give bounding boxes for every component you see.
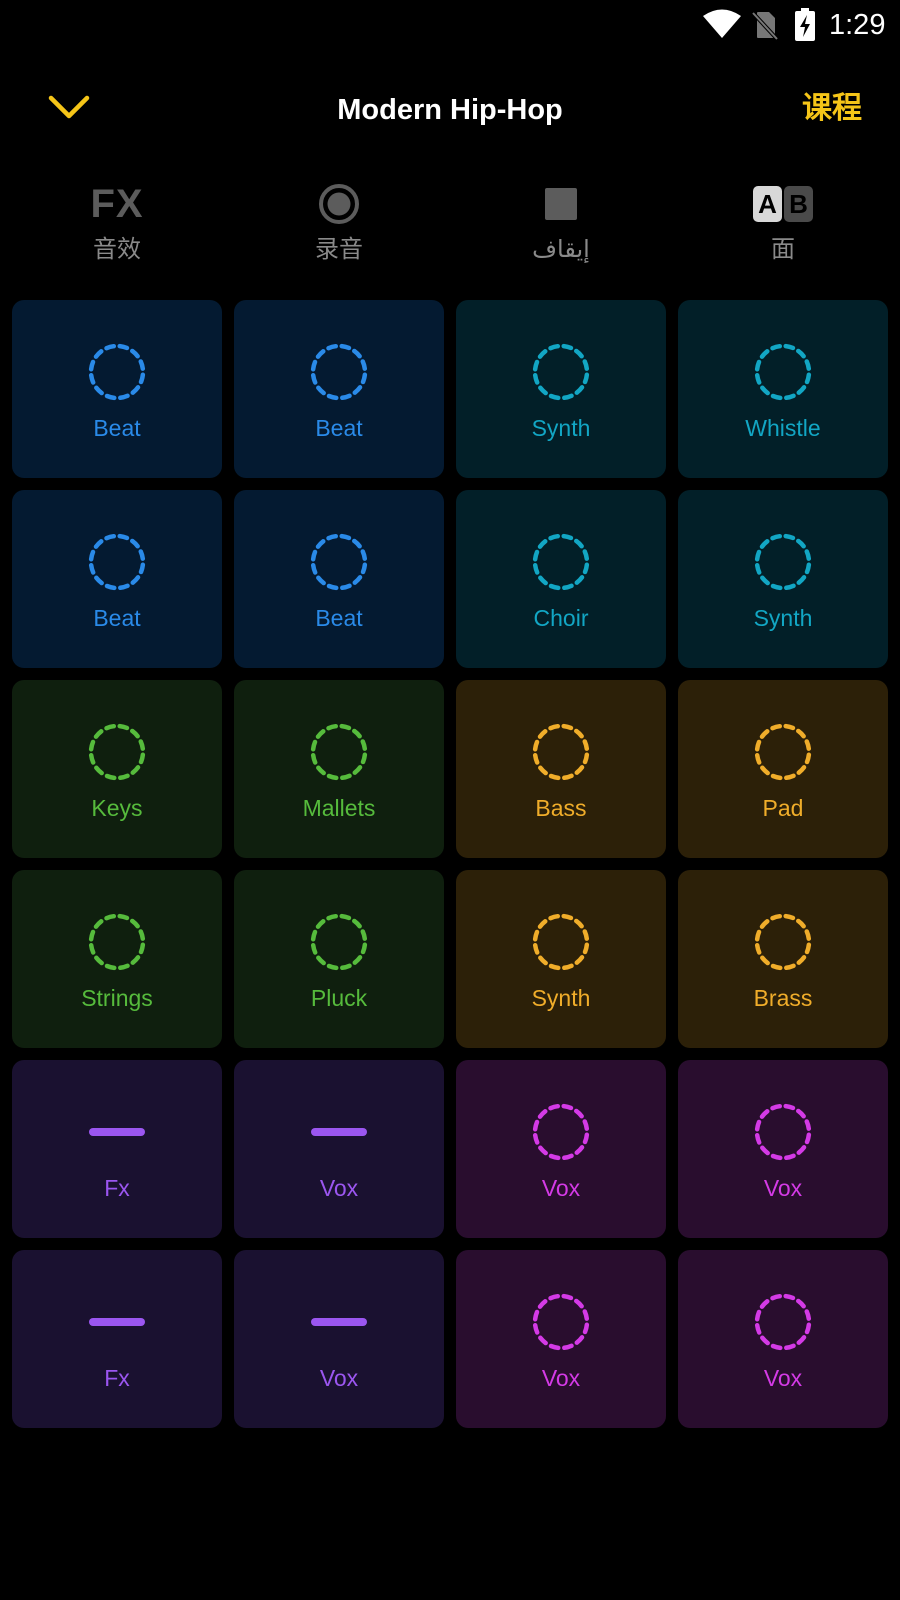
app-header: Modern Hip-Hop 课程 <box>0 70 900 150</box>
sound-pad[interactable]: Vox <box>456 1060 666 1238</box>
pad-label: Beat <box>315 605 363 631</box>
wifi-icon <box>703 9 741 38</box>
sound-pad[interactable]: Fx <box>12 1250 222 1428</box>
dashed-circle-icon <box>532 1293 590 1351</box>
no-sim-icon <box>752 11 778 40</box>
pad-label: Vox <box>541 1175 581 1201</box>
sound-pad[interactable]: Vox <box>456 1250 666 1428</box>
pad-label: Beat <box>93 605 141 631</box>
sound-pad[interactable]: Keys <box>12 680 222 858</box>
dashed-circle-icon <box>310 343 368 401</box>
pad-label: Vox <box>319 1365 359 1391</box>
collapse-button[interactable] <box>46 90 92 124</box>
ab-switch-icon: A B <box>753 186 813 222</box>
record-label: 录音 <box>315 236 363 263</box>
dash-line-icon <box>89 1128 145 1136</box>
pad-label: Choir <box>533 605 589 631</box>
sound-pad[interactable]: Synth <box>678 490 888 668</box>
dashed-circle-icon <box>754 533 812 591</box>
pad-label: Beat <box>315 415 363 441</box>
chevron-down-icon <box>48 95 90 119</box>
pad-label: Synth <box>531 415 591 441</box>
side-b-glyph: B <box>784 186 813 222</box>
dashed-circle-icon <box>532 343 590 401</box>
sound-pad[interactable]: Pluck <box>234 870 444 1048</box>
battery-charging-icon <box>795 8 815 41</box>
status-time: 1:29 <box>829 9 886 41</box>
pad-label: Brass <box>753 985 813 1011</box>
sound-pad[interactable]: Bass <box>456 680 666 858</box>
pad-label: Vox <box>541 1365 581 1391</box>
pad-label: Beat <box>93 415 141 441</box>
dashed-circle-icon <box>310 913 368 971</box>
dashed-circle-icon <box>532 533 590 591</box>
sound-pad[interactable]: Vox <box>234 1060 444 1238</box>
stop-icon <box>545 188 577 220</box>
sound-pad[interactable]: Synth <box>456 870 666 1048</box>
dashed-circle-icon <box>88 723 146 781</box>
dashed-circle-icon <box>532 723 590 781</box>
dashed-circle-icon <box>310 723 368 781</box>
dashed-circle-icon <box>88 343 146 401</box>
fx-button[interactable]: FX 音效 <box>6 178 228 278</box>
sound-pad[interactable]: Beat <box>12 300 222 478</box>
pad-label: Fx <box>104 1175 130 1201</box>
pad-label: Synth <box>531 985 591 1011</box>
dashed-circle-icon <box>754 723 812 781</box>
page-title: Modern Hip-Hop <box>337 94 563 126</box>
dashed-circle-icon <box>754 343 812 401</box>
ab-switch-button[interactable]: A B 面 <box>672 178 894 278</box>
dashed-circle-icon <box>532 1103 590 1161</box>
dashed-circle-icon <box>310 533 368 591</box>
record-button[interactable]: 录音 <box>228 178 450 278</box>
status-bar: 1:29 <box>0 0 900 50</box>
dash-line-icon <box>311 1128 367 1136</box>
pad-label: Pluck <box>310 985 368 1011</box>
fx-label: 音效 <box>93 236 141 263</box>
pad-label: Keys <box>91 795 143 821</box>
dash-line-icon <box>311 1318 367 1326</box>
dashed-circle-icon <box>754 1103 812 1161</box>
sound-pad[interactable]: Fx <box>12 1060 222 1238</box>
pad-grid: Beat Beat Synth Whistle Beat Beat Choir … <box>12 300 888 1428</box>
dashed-circle-icon <box>88 913 146 971</box>
stop-label: إيقاف <box>532 236 590 263</box>
pad-label: Strings <box>81 985 153 1011</box>
dashed-circle-icon <box>754 1293 812 1351</box>
fx-icon: FX <box>90 182 144 226</box>
sound-pad[interactable]: Beat <box>234 300 444 478</box>
pad-label: Vox <box>319 1175 359 1201</box>
stop-button[interactable]: إيقاف <box>450 178 672 278</box>
sound-pad[interactable]: Vox <box>678 1250 888 1428</box>
pad-label: Whistle <box>745 415 821 441</box>
sound-pad[interactable]: Vox <box>678 1060 888 1238</box>
side-a-glyph: A <box>753 186 782 222</box>
pad-label: Synth <box>753 605 813 631</box>
sound-pad[interactable]: Beat <box>234 490 444 668</box>
dashed-circle-icon <box>88 533 146 591</box>
ab-switch-label: 面 <box>771 236 795 263</box>
sound-pad[interactable]: Brass <box>678 870 888 1048</box>
sound-pad[interactable]: Synth <box>456 300 666 478</box>
sound-pad[interactable]: Vox <box>234 1250 444 1428</box>
sound-pad[interactable]: Pad <box>678 680 888 858</box>
pad-label: Vox <box>763 1175 803 1201</box>
sound-pad[interactable]: Beat <box>12 490 222 668</box>
pad-label: Bass <box>535 795 587 821</box>
pad-label: Mallets <box>302 795 376 821</box>
dashed-circle-icon <box>754 913 812 971</box>
sound-pad[interactable]: Choir <box>456 490 666 668</box>
course-button[interactable]: 课程 <box>802 88 862 130</box>
record-icon <box>319 184 359 224</box>
dash-line-icon <box>89 1318 145 1326</box>
sound-pad[interactable]: Mallets <box>234 680 444 858</box>
sound-pad[interactable]: Strings <box>12 870 222 1048</box>
dashed-circle-icon <box>532 913 590 971</box>
sound-pad[interactable]: Whistle <box>678 300 888 478</box>
pad-label: Pad <box>762 795 804 821</box>
pad-label: Fx <box>104 1365 130 1391</box>
pad-label: Vox <box>763 1365 803 1391</box>
toolbar: FX 音效 录音 إيقاف A B 面 <box>6 178 894 278</box>
